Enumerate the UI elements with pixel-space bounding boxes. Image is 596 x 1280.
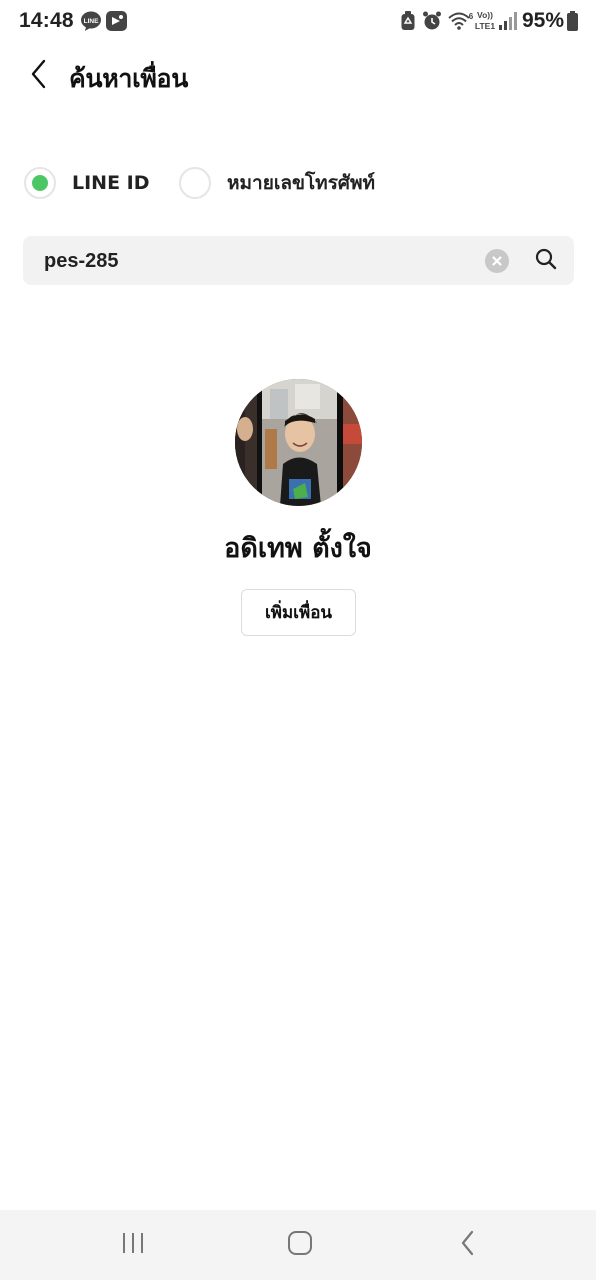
radio-button-unselected[interactable] bbox=[179, 167, 211, 199]
recent-apps-icon bbox=[120, 1231, 146, 1259]
search-icon bbox=[534, 247, 558, 275]
radio-button-selected[interactable] bbox=[24, 167, 56, 199]
avatar[interactable] bbox=[235, 379, 362, 506]
back-arrow-icon bbox=[29, 59, 49, 93]
volte-label: Vo)) bbox=[477, 10, 493, 20]
battery-percentage: 95% bbox=[521, 9, 564, 32]
radio-line-id-label: LINE ID bbox=[72, 172, 150, 194]
status-bar: 14:48 LINE 6 Vo)) LTE1 95% bbox=[0, 0, 596, 44]
profile-name: อดิเทพ ตั้งใจ bbox=[224, 533, 372, 564]
recent-apps-button[interactable] bbox=[113, 1228, 153, 1262]
search-button[interactable] bbox=[533, 248, 559, 274]
storage-icon bbox=[400, 10, 416, 36]
back-button[interactable] bbox=[22, 56, 56, 96]
profile-photo bbox=[235, 379, 362, 506]
search-input[interactable] bbox=[44, 247, 464, 275]
add-friend-button[interactable]: เพิ่มเพื่อน bbox=[241, 589, 356, 636]
chat-app-notification-icon bbox=[105, 10, 128, 36]
radio-phone-number[interactable]: หมายเลขโทรศัพท์ bbox=[179, 166, 375, 200]
battery-icon bbox=[566, 10, 579, 36]
line-badge-text: LINE bbox=[84, 18, 99, 25]
home-icon bbox=[287, 1230, 313, 1260]
navigation-bar bbox=[0, 1210, 596, 1280]
alarm-clock-icon bbox=[422, 10, 442, 36]
search-bar bbox=[23, 236, 574, 285]
page-title: ค้นหาเพื่อน bbox=[69, 64, 189, 93]
clear-icon bbox=[491, 252, 503, 271]
lte-label: LTE1 bbox=[475, 21, 495, 31]
line-notification-icon: LINE bbox=[80, 10, 102, 36]
radio-phone-number-label: หมายเลขโทรศัพท์ bbox=[227, 172, 376, 194]
status-time: 14:48 bbox=[19, 9, 74, 32]
clear-button[interactable] bbox=[485, 249, 509, 273]
back-icon bbox=[458, 1229, 478, 1261]
volte-lte1-icon: Vo)) LTE1 bbox=[472, 9, 498, 37]
system-back-button[interactable] bbox=[448, 1228, 488, 1262]
wifi-6-icon: 6 bbox=[448, 10, 474, 36]
radio-selected-dot bbox=[32, 175, 48, 191]
home-button[interactable] bbox=[280, 1228, 320, 1262]
radio-line-id[interactable]: LINE ID bbox=[24, 166, 150, 200]
signal-icon bbox=[498, 10, 518, 36]
